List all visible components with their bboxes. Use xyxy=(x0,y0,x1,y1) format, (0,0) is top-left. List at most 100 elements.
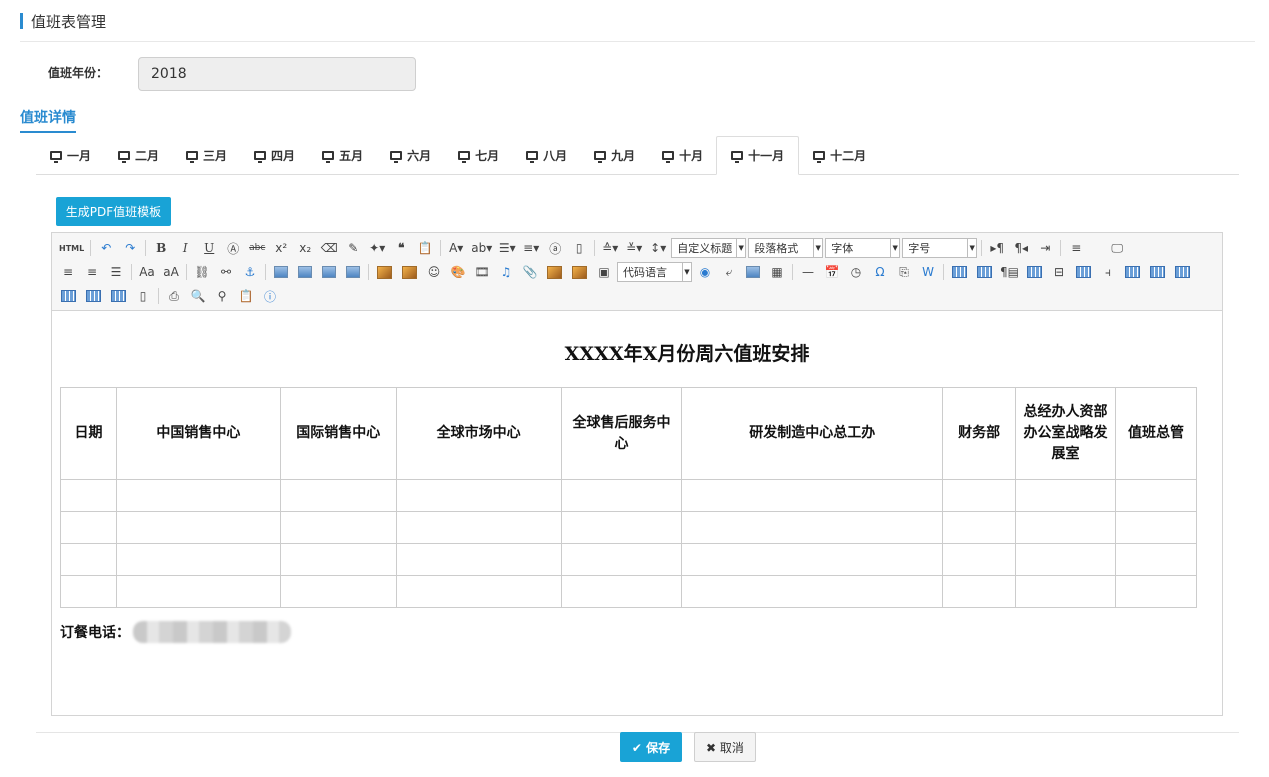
template-icon[interactable] xyxy=(746,266,760,278)
paste-plain-icon[interactable]: 📋 xyxy=(416,239,434,257)
table-cell[interactable] xyxy=(560,479,683,512)
insert-col-icon[interactable] xyxy=(1075,266,1091,278)
table-cell[interactable] xyxy=(681,543,944,576)
strikethrough-icon[interactable]: abc xyxy=(248,239,266,257)
insert-paragraph-before-table-icon[interactable]: ¶▤ xyxy=(1000,263,1019,281)
table-cell[interactable] xyxy=(115,511,281,544)
table-cell[interactable] xyxy=(1115,511,1197,544)
align-right-icon[interactable]: ≡ xyxy=(83,263,101,281)
table-cell[interactable] xyxy=(681,511,944,544)
scrawl-icon[interactable]: 🎨 xyxy=(449,263,467,281)
image-right-icon[interactable] xyxy=(322,266,336,278)
image-center-icon[interactable] xyxy=(346,266,360,278)
year-input[interactable] xyxy=(138,57,416,91)
subscript-icon[interactable]: x₂ xyxy=(296,239,314,257)
table-cell[interactable] xyxy=(942,575,1017,608)
music-icon[interactable]: ♫ xyxy=(497,263,515,281)
auto-format-icon[interactable]: ✦▾ xyxy=(368,239,386,257)
blockquote-icon[interactable]: ❝ xyxy=(392,239,410,257)
delete-row-icon[interactable]: ⊟ xyxy=(1050,263,1068,281)
row-spacing-bottom-icon[interactable]: ≚▾ xyxy=(625,239,643,257)
snapscreen-icon[interactable]: ⎘ xyxy=(895,263,913,281)
ltr-icon[interactable]: ▸¶ xyxy=(988,239,1006,257)
tab-august[interactable]: 八月 xyxy=(512,136,580,174)
gmap-icon[interactable] xyxy=(572,265,587,279)
cancel-button[interactable]: ✖ 取消 xyxy=(694,732,756,762)
undo-icon[interactable]: ↶ xyxy=(97,239,115,257)
table-cell[interactable] xyxy=(560,575,683,608)
tab-march[interactable]: 三月 xyxy=(172,136,240,174)
merge-cells-icon[interactable] xyxy=(1124,266,1140,278)
table-cell[interactable] xyxy=(1115,543,1197,576)
table-cell[interactable] xyxy=(1015,479,1116,512)
font-family-select[interactable]: 字体 ▼ xyxy=(825,238,901,258)
code-language-select[interactable]: 代码语言 ▼ xyxy=(617,262,692,282)
delete-col-icon[interactable]: ⫞ xyxy=(1099,263,1117,281)
table-cell[interactable] xyxy=(1115,575,1197,608)
table-cell[interactable] xyxy=(115,543,281,576)
font-color-icon[interactable]: A▾ xyxy=(447,239,465,257)
row-spacing-top-icon[interactable]: ≙▾ xyxy=(601,239,619,257)
table-cell[interactable] xyxy=(115,479,281,512)
tab-february[interactable]: 二月 xyxy=(104,136,172,174)
underline-icon[interactable]: U xyxy=(200,239,218,257)
align-justify-icon[interactable]: ☰ xyxy=(107,263,125,281)
print-icon[interactable]: ⎙ xyxy=(165,287,183,305)
font-border-icon[interactable]: Ⓐ xyxy=(224,239,242,257)
table-cell[interactable] xyxy=(395,575,562,608)
table-cell[interactable] xyxy=(681,479,944,512)
time-icon[interactable]: ◷ xyxy=(847,263,865,281)
insert-image-icon[interactable] xyxy=(402,265,417,279)
table-cell[interactable] xyxy=(60,479,117,512)
ordered-list-icon[interactable]: ☰▾ xyxy=(498,239,516,257)
insert-table-icon[interactable] xyxy=(952,266,967,278)
table-cell[interactable] xyxy=(395,479,562,512)
custom-heading-select[interactable]: 自定义标题 ▼ xyxy=(671,238,747,258)
superscript-icon[interactable]: x² xyxy=(272,239,290,257)
insert-row-icon[interactable] xyxy=(1026,266,1042,278)
table-cell[interactable] xyxy=(560,543,683,576)
merge-down-icon[interactable] xyxy=(1174,266,1190,278)
align-center-icon[interactable]: ≡ xyxy=(59,263,77,281)
insert-frame-icon[interactable]: ▣ xyxy=(595,263,613,281)
table-cell[interactable] xyxy=(60,543,117,576)
rtl-icon[interactable]: ¶◂ xyxy=(1012,239,1030,257)
special-chars-icon[interactable]: Ω xyxy=(871,263,889,281)
horizontal-rule-icon[interactable]: — xyxy=(799,263,817,281)
uppercase-icon[interactable]: Aa xyxy=(138,263,156,281)
table-cell[interactable] xyxy=(60,511,117,544)
tab-april[interactable]: 四月 xyxy=(240,136,308,174)
table-cell[interactable] xyxy=(942,479,1017,512)
insert-video-icon[interactable]: 🎞 xyxy=(473,263,491,281)
table-cell[interactable] xyxy=(395,543,562,576)
save-button[interactable]: ✔ 保存 xyxy=(620,732,682,762)
html-source-button[interactable]: HTML xyxy=(59,239,84,257)
unordered-list-icon[interactable]: ≡▾ xyxy=(522,239,540,257)
generate-pdf-template-button[interactable]: 生成PDF值班模板 xyxy=(56,197,171,226)
attachment-icon[interactable]: 📎 xyxy=(521,263,539,281)
table-cell[interactable] xyxy=(115,575,281,608)
align-left-icon[interactable]: ≡ xyxy=(1067,239,1085,257)
table-cell[interactable] xyxy=(1015,575,1116,608)
line-height-icon[interactable]: ↕▾ xyxy=(649,239,667,257)
table-cell[interactable] xyxy=(1015,543,1116,576)
tab-june[interactable]: 六月 xyxy=(376,136,444,174)
table-cell[interactable] xyxy=(560,511,683,544)
tab-october[interactable]: 十月 xyxy=(648,136,716,174)
map-icon[interactable] xyxy=(547,265,562,279)
fullscreen-icon[interactable]: 🖵 xyxy=(1108,239,1126,257)
table-cell[interactable] xyxy=(681,575,944,608)
emotion-icon[interactable]: ☺ xyxy=(425,263,443,281)
tab-july[interactable]: 七月 xyxy=(444,136,512,174)
table-cell[interactable] xyxy=(395,511,562,544)
table-cell[interactable] xyxy=(1115,479,1197,512)
eraser-icon[interactable]: ⌫ xyxy=(320,239,338,257)
paragraph-format-select[interactable]: 段落格式 ▼ xyxy=(748,238,824,258)
table-cell[interactable] xyxy=(942,543,1017,576)
table-cell[interactable] xyxy=(279,479,397,512)
format-brush-icon[interactable]: ✎ xyxy=(344,239,362,257)
lowercase-icon[interactable]: aA xyxy=(162,263,180,281)
table-cell[interactable] xyxy=(1015,511,1116,544)
web-app-icon[interactable]: ◉ xyxy=(696,263,714,281)
italic-icon[interactable]: I xyxy=(176,239,194,257)
